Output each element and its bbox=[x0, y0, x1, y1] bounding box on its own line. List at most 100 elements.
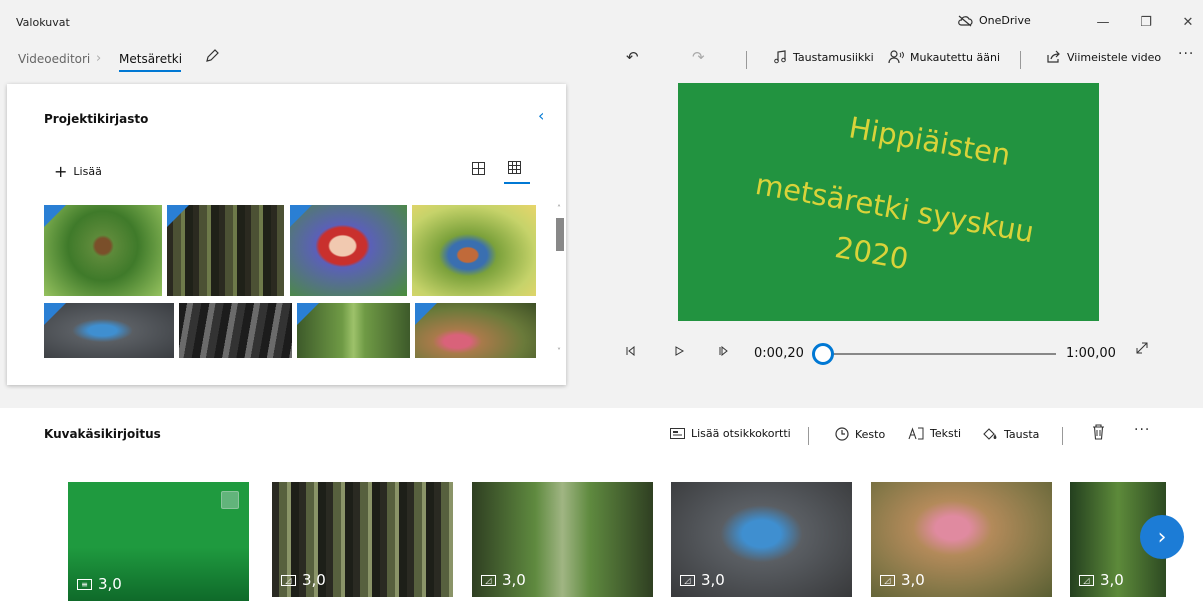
unused-marker bbox=[44, 303, 66, 325]
play-button[interactable] bbox=[674, 346, 684, 356]
add-title-card-button[interactable]: Lisää otsikkokortti bbox=[670, 427, 791, 440]
small-grid-view-button[interactable] bbox=[508, 161, 521, 174]
seek-bar[interactable] bbox=[822, 353, 1056, 355]
storyboard-clip[interactable]: ◿ 3,0 bbox=[272, 482, 453, 597]
custom-audio-label: Mukautettu ääni bbox=[910, 50, 1001, 64]
breadcrumb-current-project: Metsäretki bbox=[119, 52, 183, 66]
clip-duration: ◿ 3,0 bbox=[880, 571, 925, 589]
unused-marker bbox=[415, 303, 437, 325]
background-music-button[interactable]: Taustamusiikki bbox=[773, 50, 874, 64]
rename-button[interactable] bbox=[204, 48, 220, 64]
text-box-icon bbox=[908, 427, 924, 440]
media-thumbnail-children[interactable] bbox=[412, 205, 536, 296]
preview-line-3: 2020 bbox=[832, 230, 911, 276]
chevron-right-icon: › bbox=[1157, 524, 1167, 550]
finish-video-button[interactable]: Viimeistele video bbox=[1046, 50, 1161, 64]
background-label: Tausta bbox=[1004, 427, 1040, 441]
scroll-up-icon[interactable]: ˄ bbox=[557, 204, 561, 213]
redo-button[interactable]: ↷ bbox=[692, 48, 705, 66]
music-note-icon bbox=[774, 50, 786, 64]
total-time: 1:00,00 bbox=[1066, 346, 1116, 361]
scroll-down-icon[interactable]: ˅ bbox=[557, 347, 561, 356]
minimize-button[interactable]: — bbox=[1088, 10, 1118, 34]
delete-clip-button[interactable] bbox=[1092, 424, 1105, 440]
media-thumbnail-boots[interactable] bbox=[415, 303, 536, 358]
video-preview[interactable]: Hippiäisten metsäretki syyskuu 2020 bbox=[678, 83, 1099, 321]
close-button[interactable]: ✕ bbox=[1173, 10, 1203, 34]
background-music-label: Taustamusiikki bbox=[793, 50, 874, 64]
active-view-indicator bbox=[504, 182, 530, 184]
clip-duration-value: 3,0 bbox=[98, 575, 122, 593]
play-icon bbox=[675, 346, 684, 356]
media-thumbnail-forest[interactable] bbox=[167, 205, 284, 296]
storyboard-clip-title-card[interactable]: ≡ 3,0 bbox=[68, 482, 249, 601]
breadcrumb-separator: › bbox=[96, 51, 102, 66]
restore-button[interactable]: ❐ bbox=[1131, 10, 1161, 34]
unused-marker bbox=[44, 205, 66, 227]
storyboard-clip[interactable]: ◿ 3,0 bbox=[671, 482, 852, 597]
app-title: Valokuvat bbox=[16, 16, 70, 29]
clip-select-checkbox[interactable] bbox=[221, 491, 239, 509]
seek-handle[interactable] bbox=[811, 343, 834, 365]
undo-button[interactable]: ↶ bbox=[626, 48, 639, 66]
image-icon: ◿ bbox=[680, 574, 695, 586]
next-frame-button[interactable] bbox=[719, 346, 729, 356]
add-title-card-label: Lisää otsikkokortti bbox=[691, 427, 791, 440]
add-media-button[interactable]: + Lisää bbox=[54, 162, 102, 181]
media-thumbnail-path[interactable] bbox=[297, 303, 410, 358]
image-icon: ◿ bbox=[1079, 574, 1094, 586]
library-scrollbar[interactable]: ˄ ˅ bbox=[554, 204, 566, 359]
clip-duration-value: 3,0 bbox=[901, 571, 925, 589]
onedrive-button[interactable]: OneDrive bbox=[957, 14, 1031, 27]
share-export-icon bbox=[1047, 50, 1060, 63]
fullscreen-button[interactable] bbox=[1136, 342, 1148, 354]
background-button[interactable]: Tausta bbox=[982, 427, 1039, 441]
image-icon: ◿ bbox=[281, 574, 296, 586]
toolbar-divider bbox=[808, 427, 809, 445]
breadcrumb-videoeditor[interactable]: Videoeditori bbox=[18, 52, 90, 66]
pencil-icon bbox=[206, 49, 219, 62]
text-button[interactable]: Teksti bbox=[908, 427, 961, 440]
clip-duration: ≡ 3,0 bbox=[77, 575, 122, 593]
step-forward-icon bbox=[719, 346, 728, 356]
scroll-storyboard-right-button[interactable]: › bbox=[1140, 515, 1184, 559]
duration-button[interactable]: Kesto bbox=[835, 427, 885, 441]
step-back-icon bbox=[626, 346, 635, 356]
preview-title-text: Hippiäisten metsäretki syyskuu 2020 bbox=[753, 110, 1037, 276]
grid-large-icon bbox=[472, 162, 485, 175]
duration-label: Kesto bbox=[855, 427, 886, 441]
clip-duration-value: 3,0 bbox=[701, 571, 725, 589]
current-time: 0:00,20 bbox=[754, 346, 804, 361]
storyboard-more-button[interactable]: ··· bbox=[1134, 422, 1150, 438]
paint-bucket-icon bbox=[983, 428, 997, 440]
clip-duration-value: 3,0 bbox=[302, 571, 326, 589]
previous-frame-button[interactable] bbox=[626, 346, 636, 356]
storyboard-clip[interactable]: ◿ 3,0 bbox=[871, 482, 1052, 597]
media-thumbnail-bw-forest[interactable] bbox=[179, 303, 292, 358]
onedrive-label: OneDrive bbox=[979, 14, 1031, 27]
preview-line-2: metsäretki syyskuu bbox=[753, 167, 1037, 249]
media-thumbnail-child-blue[interactable] bbox=[44, 303, 174, 358]
title-bar: Valokuvat OneDrive — ❐ ✕ bbox=[0, 0, 1203, 44]
scrollbar-thumb[interactable] bbox=[556, 218, 564, 251]
unused-marker bbox=[297, 303, 319, 325]
more-options-button[interactable]: ··· bbox=[1178, 46, 1194, 62]
clock-icon bbox=[835, 427, 849, 441]
breadcrumb-underline bbox=[119, 70, 181, 72]
large-grid-view-button[interactable] bbox=[472, 162, 485, 175]
project-library-panel: Projektikirjasto ‹ + Lisää ˄ ˅ bbox=[7, 84, 566, 385]
clip-duration: ◿ 3,0 bbox=[680, 571, 725, 589]
clip-duration: ◿ 3,0 bbox=[481, 571, 526, 589]
toolbar-divider bbox=[1062, 427, 1063, 445]
storyboard-panel: Kuvakäsikirjoitus Lisää otsikkokortti Ke… bbox=[0, 408, 1203, 602]
storyboard-clip[interactable]: ◿ 3,0 bbox=[472, 482, 653, 597]
custom-audio-button[interactable]: Mukautettu ääni bbox=[888, 50, 1000, 64]
cloud-off-icon bbox=[958, 15, 973, 26]
media-thumbnail-pinecone[interactable] bbox=[44, 205, 162, 296]
storyboard-title: Kuvakäsikirjoitus bbox=[44, 427, 161, 441]
collapse-library-button[interactable]: ‹ bbox=[538, 106, 544, 125]
unused-marker bbox=[290, 205, 312, 227]
title-card-icon: ≡ bbox=[77, 578, 92, 590]
media-thumbnail-girl[interactable] bbox=[290, 205, 407, 296]
title-card-icon bbox=[670, 428, 685, 439]
